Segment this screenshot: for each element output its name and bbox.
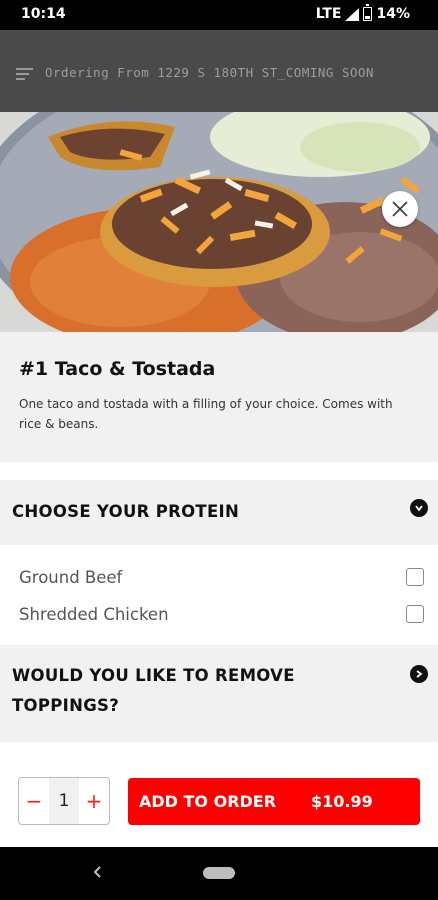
option-label: Shredded Chicken bbox=[19, 605, 169, 624]
close-icon bbox=[392, 201, 408, 217]
protein-options: Ground Beef Shredded Chicken bbox=[0, 545, 438, 645]
remove-toppings-section-header[interactable]: WOULD YOU LIKE TO REMOVE TOPPINGS? bbox=[0, 645, 438, 742]
quantity-value: 1 bbox=[49, 778, 79, 824]
item-photo bbox=[0, 112, 438, 332]
quantity-increase-button[interactable]: + bbox=[79, 778, 109, 824]
chevron-down-icon[interactable] bbox=[410, 499, 428, 517]
option-row-shredded-chicken[interactable]: Shredded Chicken bbox=[0, 597, 438, 633]
system-nav-bar bbox=[0, 847, 438, 900]
battery-percent: 14% bbox=[376, 6, 410, 22]
add-to-order-price: $10.99 bbox=[311, 792, 373, 811]
order-bar: − 1 + ADD TO ORDER $10.99 bbox=[0, 757, 438, 847]
option-row-ground-beef[interactable]: Ground Beef bbox=[0, 560, 438, 596]
quantity-stepper[interactable]: − 1 + bbox=[18, 777, 110, 825]
status-time: 10:14 bbox=[21, 6, 66, 22]
item-title: #1 Taco & Tostada bbox=[19, 358, 216, 380]
add-to-order-button[interactable]: ADD TO ORDER $10.99 bbox=[128, 778, 420, 825]
hamburger-menu-icon[interactable] bbox=[16, 68, 33, 81]
quantity-decrease-button[interactable]: − bbox=[19, 778, 49, 824]
close-button[interactable] bbox=[382, 191, 418, 227]
protein-section-title: CHOOSE YOUR PROTEIN bbox=[12, 502, 240, 521]
remove-toppings-title-line1: WOULD YOU LIKE TO REMOVE bbox=[12, 666, 295, 685]
home-pill-icon[interactable] bbox=[203, 867, 235, 879]
app-header: Ordering From 1229 S 180TH ST_COMING SOO… bbox=[0, 30, 438, 112]
add-to-order-label: ADD TO ORDER bbox=[139, 792, 277, 811]
item-info: #1 Taco & Tostada One taco and tostada w… bbox=[0, 332, 438, 462]
item-modal: #1 Taco & Tostada One taco and tostada w… bbox=[0, 112, 438, 847]
battery-icon bbox=[363, 4, 373, 21]
item-description: One taco and tostada with a filling of y… bbox=[19, 397, 393, 431]
protein-section-header[interactable]: CHOOSE YOUR PROTEIN bbox=[0, 480, 438, 545]
remove-toppings-title-line2: TOPPINGS? bbox=[12, 696, 120, 715]
back-icon[interactable] bbox=[92, 865, 104, 879]
signal-icon bbox=[345, 7, 360, 21]
ordering-location-title[interactable]: Ordering From 1229 S 180TH ST_COMING SOO… bbox=[45, 65, 374, 80]
option-label: Ground Beef bbox=[19, 568, 123, 587]
status-indicators: LTE 14% bbox=[315, 4, 410, 22]
status-bar: 10:14 LTE 14% bbox=[0, 0, 438, 30]
ground-beef-checkbox[interactable] bbox=[406, 568, 424, 586]
network-type: LTE bbox=[315, 6, 342, 22]
chevron-right-icon[interactable] bbox=[410, 665, 428, 683]
food-plate-image bbox=[0, 112, 438, 332]
shredded-chicken-checkbox[interactable] bbox=[406, 605, 424, 623]
